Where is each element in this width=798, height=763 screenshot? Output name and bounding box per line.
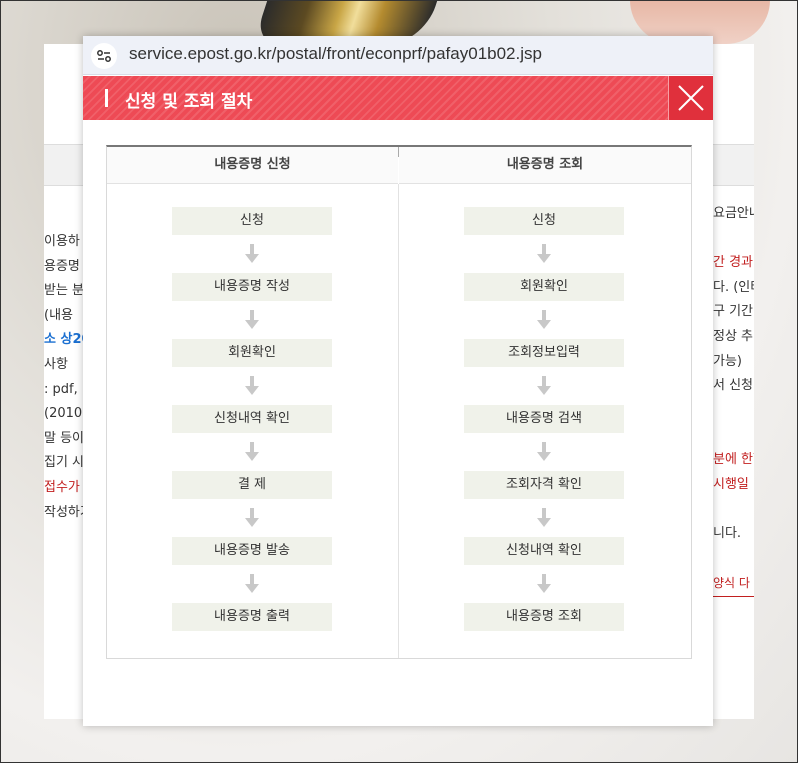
bg-text-line: 니다. bbox=[713, 525, 742, 541]
arrow-down-icon bbox=[172, 433, 332, 471]
inquiry-step: 신청내역 확인 bbox=[464, 537, 624, 565]
arrow-down-icon bbox=[464, 367, 624, 405]
bg-text-line: 받는 분 bbox=[44, 283, 84, 299]
bg-form-download-link[interactable]: 양식 다 bbox=[713, 571, 754, 597]
bg-text-line: 요금안내 bbox=[713, 206, 754, 221]
bg-text-line: 다. (인터 bbox=[713, 279, 754, 295]
arrow-down-icon bbox=[464, 433, 624, 471]
popup-header: 신청 및 조회 절차 bbox=[83, 76, 713, 120]
popup-title: 신청 및 조회 절차 bbox=[125, 92, 253, 112]
address-bar[interactable]: service.epost.go.kr/postal/front/econprf… bbox=[83, 36, 713, 75]
bg-text-line: 접수가 ( bbox=[44, 479, 84, 495]
column-divider bbox=[398, 184, 399, 658]
bg-text-line: (내용 bbox=[44, 307, 73, 323]
apply-step: 결 제 bbox=[172, 471, 332, 499]
arrow-down-icon bbox=[464, 499, 624, 537]
bg-text-line bbox=[713, 399, 754, 424]
inquiry-column-header: 내용증명 조회 bbox=[399, 147, 691, 184]
url-text[interactable]: service.epost.go.kr/postal/front/econprf… bbox=[129, 44, 542, 64]
background-right-text: 요금안내 간 경과 다. (인터 구 기간 정상 추 가능) 서 신청 분에 한… bbox=[713, 202, 754, 597]
site-settings-icon[interactable] bbox=[91, 43, 117, 69]
bg-text-line: 분에 한함 bbox=[713, 451, 754, 467]
close-button[interactable] bbox=[668, 76, 713, 120]
apply-step: 신청 bbox=[172, 207, 332, 235]
bg-text-line: 집기 시 bbox=[44, 455, 84, 471]
header-divider bbox=[398, 147, 399, 157]
inquiry-steps: 신청 회원확인 조회정보입력 내용증명 검색 조회자격 확인 신청내역 확인 내… bbox=[464, 207, 624, 631]
inquiry-step: 회원확인 bbox=[464, 273, 624, 301]
arrow-down-icon bbox=[172, 565, 332, 603]
bg-text-line: 소 상20 bbox=[44, 332, 84, 348]
procedure-table: 내용증명 신청 내용증명 조회 신청 내용증명 작성 회원확인 신청내역 확인 … bbox=[106, 145, 692, 659]
bg-text-line: 정상 추 bbox=[713, 328, 754, 344]
bg-text-line bbox=[713, 227, 754, 252]
bg-text-line: 이용하 bbox=[44, 234, 80, 249]
arrow-down-icon bbox=[464, 235, 624, 273]
arrow-down-icon bbox=[172, 235, 332, 273]
inquiry-step: 내용증명 검색 bbox=[464, 405, 624, 433]
arrow-down-icon bbox=[172, 499, 332, 537]
apply-steps: 신청 내용증명 작성 회원확인 신청내역 확인 결 제 내용증명 발송 내용증명… bbox=[172, 207, 332, 631]
arrow-down-icon bbox=[464, 301, 624, 339]
bg-text-line: (2010. bbox=[44, 406, 84, 422]
close-icon[interactable] bbox=[669, 76, 713, 120]
apply-step: 내용증명 작성 bbox=[172, 273, 332, 301]
title-marker bbox=[105, 89, 108, 107]
bg-text-line: 서 신청 bbox=[713, 378, 754, 394]
apply-column-header: 내용증명 신청 bbox=[107, 147, 398, 184]
background-left-text: 이용하 용증명 받는 분 (내용 소 상20 사항 : pdf, (2010. … bbox=[44, 230, 84, 525]
bg-text-line: 간 경과 bbox=[713, 255, 754, 271]
arrow-down-icon bbox=[172, 367, 332, 405]
apply-step: 내용증명 발송 bbox=[172, 537, 332, 565]
bg-text-line: 사항 bbox=[44, 356, 68, 372]
inquiry-step: 조회정보입력 bbox=[464, 339, 624, 367]
bg-text-line: 가능) bbox=[713, 353, 742, 369]
bg-text-line: 말 등이 bbox=[44, 430, 84, 446]
inquiry-step: 신청 bbox=[464, 207, 624, 235]
apply-step: 내용증명 출력 bbox=[172, 603, 332, 631]
apply-step: 신청내역 확인 bbox=[172, 405, 332, 433]
arrow-down-icon bbox=[172, 301, 332, 339]
arrow-down-icon bbox=[464, 565, 624, 603]
bg-text-line: 작성하기 bbox=[44, 504, 84, 520]
inquiry-step: 내용증명 조회 bbox=[464, 603, 624, 631]
procedure-popup-window: service.epost.go.kr/postal/front/econprf… bbox=[83, 36, 713, 726]
bg-text-line: 용증명 bbox=[44, 258, 80, 274]
inquiry-step: 조회자격 확인 bbox=[464, 471, 624, 499]
bg-text-line bbox=[713, 423, 754, 448]
bg-text-line bbox=[713, 546, 754, 571]
apply-step: 회원확인 bbox=[172, 339, 332, 367]
bg-text-line: 구 기간 bbox=[713, 304, 754, 320]
bg-text-line: 시행일 bbox=[713, 476, 749, 492]
bg-text-line: : pdf, bbox=[44, 381, 78, 397]
bg-text-line bbox=[713, 497, 754, 522]
